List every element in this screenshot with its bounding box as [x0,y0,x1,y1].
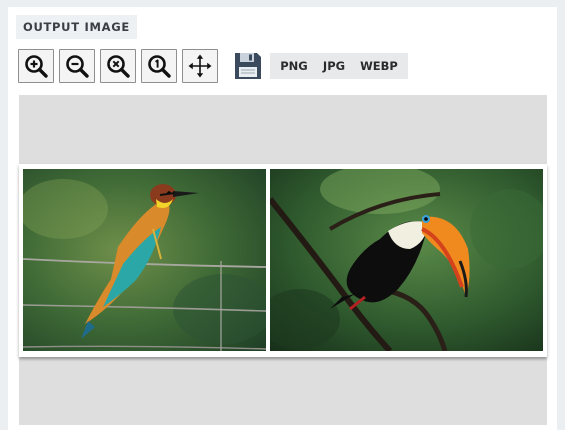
zoom-out-icon [66,55,89,78]
zoom-out-button[interactable] [59,49,95,83]
format-webp-button[interactable]: WEBP [356,53,402,79]
section-title: OUTPUT IMAGE [16,15,137,39]
output-image[interactable] [19,164,547,357]
bird-photo [23,169,266,351]
zoom-in-icon [25,55,48,78]
zoom-actual-size-button[interactable] [141,49,177,83]
format-jpg-button[interactable]: JPG [319,53,349,79]
move-arrows-icon [188,54,212,78]
zoom-reset-icon [107,55,130,78]
zoom-in-button[interactable] [18,49,54,83]
image-canvas[interactable] [19,95,547,425]
zoom-reset-button[interactable] [100,49,136,83]
format-png-button[interactable]: PNG [276,53,312,79]
move-button[interactable] [182,49,218,83]
floppy-disk-icon[interactable] [233,51,263,81]
toucan-photo [270,169,543,351]
format-selector: PNG JPG WEBP [270,53,408,79]
zoom-one-to-one-icon [148,55,171,78]
output-panel: OUTPUT IMAGE PNG JPG WEBP [8,7,557,430]
